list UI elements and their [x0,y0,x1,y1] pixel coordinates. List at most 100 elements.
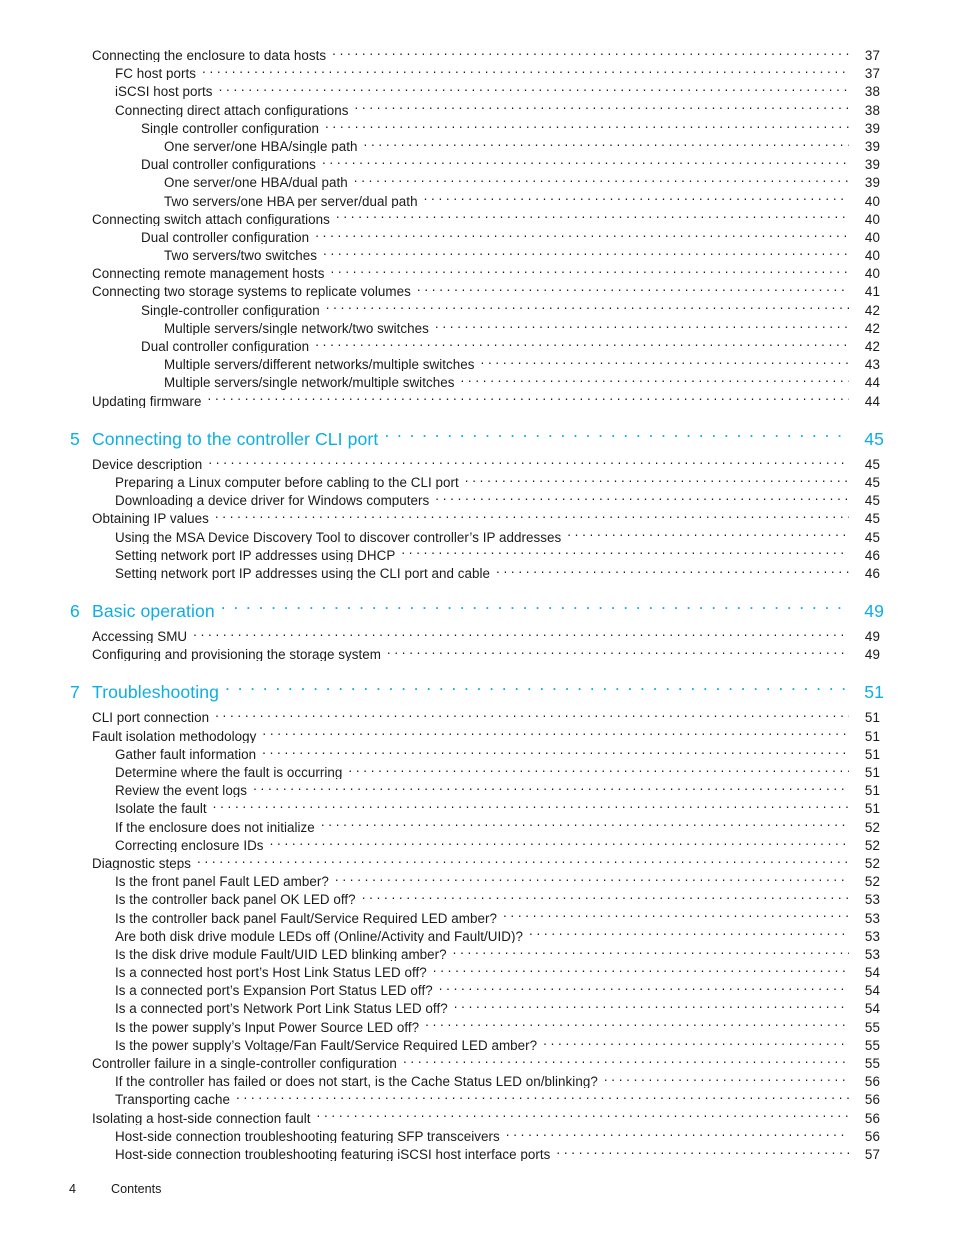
toc-entry-title: Setting network port IP addresses using … [115,565,491,581]
dot-leader [496,562,849,578]
toc-entry-row[interactable]: If the controller has failed or does not… [0,1070,880,1088]
toc-entry-row[interactable]: Downloading a device driver for Windows … [0,489,880,507]
dot-leader [335,870,849,886]
toc-entry-row[interactable]: Dual controller configuration 40 [0,226,880,244]
dot-leader [330,262,849,278]
toc-entry-row[interactable]: Is the front panel Fault LED amber? 52 [0,870,880,888]
toc-entry-row[interactable]: Obtaining IP values 45 [0,507,880,525]
toc-entry-title: Preparing a Linux computer before cablin… [115,474,459,490]
toc-entry-row[interactable]: Is the power supply’s Voltage/Fan Fault/… [0,1034,880,1052]
toc-entry-row[interactable]: Multiple servers/single network/multiple… [0,371,880,389]
toc-page-number: 38 [864,102,880,117]
dot-leader [270,834,849,850]
toc-chapter-row[interactable]: 6 Basic operation 49 [0,598,884,625]
dot-leader [315,226,849,242]
toc-page-number: 56 [864,1074,880,1089]
toc-entry-row[interactable]: Is a connected port’s Expansion Port Sta… [0,979,880,997]
toc-entry-row[interactable]: Preparing a Linux computer before cablin… [0,471,880,489]
toc-entry-row[interactable]: Diagnostic steps 52 [0,852,880,870]
toc-entry-row[interactable]: Single-controller configuration 42 [0,299,880,317]
toc-entry-title: Configuring and provisioning the storage… [92,647,381,662]
toc-entry-title: Basic operation [92,601,215,622]
toc-entry-row[interactable]: Configuring and provisioning the storage… [0,643,880,661]
toc-entry-row[interactable]: Connecting the enclosure to data hosts 37 [0,44,880,62]
dot-leader [215,706,849,722]
toc-entry-row[interactable]: Connecting remote management hosts 40 [0,262,880,280]
toc-entry-row[interactable]: Is the controller back panel Fault/Servi… [0,907,880,925]
toc-entry-row[interactable]: CLI port connection 51 [0,706,880,724]
dot-leader [506,1125,849,1141]
toc-entry-row[interactable]: Controller failure in a single-controlle… [0,1052,880,1070]
toc-entry-row[interactable]: Are both disk drive module LEDs off (Onl… [0,925,880,943]
toc-entry-row[interactable]: Single controller configuration 39 [0,117,880,135]
toc-entry-title: Is the controller back panel OK LED off? [115,892,356,907]
toc-entry-row[interactable]: Is the power supply’s Input Power Source… [0,1016,880,1034]
toc-entry-row[interactable]: Gather fault information 51 [0,743,880,761]
toc-entry-row[interactable]: Dual controller configurations 39 [0,153,880,171]
toc-page-number: 56 [864,1128,880,1143]
toc-entry-row[interactable]: If the enclosure does not initialize 52 [0,816,880,834]
toc-entry-row[interactable]: Multiple servers/different networks/mult… [0,353,880,371]
toc-entry-row[interactable]: Dual controller configuration 42 [0,335,880,353]
toc-entry-title: Single-controller configuration [141,302,320,317]
dot-leader [387,643,849,659]
toc-entry-title: Is the controller back panel Fault/Servi… [115,910,497,925]
dot-leader [354,99,849,115]
toc-entry-row[interactable]: Fault isolation methodology 51 [0,725,880,743]
toc-entry-row[interactable]: Setting network port IP addresses using … [0,544,880,562]
dot-leader [465,471,849,487]
toc-entry-row[interactable]: Host-side connection troubleshooting fea… [0,1143,880,1161]
toc-chapter-number: 6 [70,601,80,622]
toc-entry-row[interactable]: One server/one HBA/dual path 39 [0,171,880,189]
toc-entry-row[interactable]: Device description 45 [0,453,880,471]
toc-entry-row[interactable]: Transporting cache 56 [0,1088,880,1106]
toc-entry-row[interactable]: Review the event logs 51 [0,779,880,797]
toc-entry-title: iSCSI host ports [115,84,213,99]
toc-entry-row[interactable]: Two servers/two switches 40 [0,244,880,262]
toc-entry-title: Connecting the enclosure to data hosts [92,48,327,63]
dot-leader [336,208,849,224]
toc-entry-row[interactable]: Setting network port IP addresses using … [0,562,880,580]
dot-leader [460,371,849,387]
toc-entry-title: Connecting to the controller CLI port [92,428,379,449]
toc-entry-row[interactable]: Accessing SMU 49 [0,625,880,643]
toc-entry-row[interactable]: Updating firmware 44 [0,390,880,408]
toc-entry-row[interactable]: One server/one HBA/single path 39 [0,135,880,153]
toc-entry-row[interactable]: Connecting direct attach configurations 3… [0,99,880,117]
toc-entry-row[interactable]: Is a connected port’s Network Port Link … [0,997,880,1015]
toc-entry-row[interactable]: Isolating a host-side connection fault 56 [0,1107,880,1125]
toc-page-number: 40 [864,248,880,263]
toc-entry-row[interactable]: Connecting two storage systems to replic… [0,280,880,298]
dot-leader [315,335,849,351]
toc-entry-row[interactable]: Two servers/one HBA per server/dual path… [0,190,880,208]
toc-entry-row[interactable]: Is the controller back panel OK LED off?… [0,888,880,906]
toc-entry-row[interactable]: Determine where the fault is occurring 51 [0,761,880,779]
toc-page-number: 51 [864,746,880,761]
toc-entry-row[interactable]: Host-side connection troubleshooting fea… [0,1125,880,1143]
toc-entry-row[interactable]: Using the MSA Device Discovery Tool to d… [0,526,880,544]
toc-entry-row[interactable]: FC host ports 37 [0,62,880,80]
toc-chapter-row[interactable]: 5 Connecting to the controller CLI port 45 [0,426,884,453]
toc-entry-row[interactable]: Connecting switch attach configurations 4… [0,208,880,226]
dot-leader [543,1034,849,1050]
toc-entry-row[interactable]: iSCSI host ports 38 [0,80,880,98]
toc-page-number: 46 [864,565,880,581]
toc-page-number: 49 [864,601,884,622]
toc-entry-row[interactable]: Multiple servers/single network/two swit… [0,317,880,335]
dot-leader [213,797,849,813]
toc-entry-row[interactable]: Is the disk drive module Fault/UID LED b… [0,943,880,961]
toc-entry-row[interactable]: Correcting enclosure IDs 52 [0,834,880,852]
toc-page-number: 55 [864,1019,880,1034]
toc-page-number: 45 [864,456,880,471]
toc-page-number: 40 [864,229,880,245]
dot-leader [403,1052,849,1068]
toc-entry-row[interactable]: Is a connected host port’s Host Link Sta… [0,961,880,979]
dot-leader [453,943,849,959]
toc-entry-title: Dual controller configuration [141,229,310,245]
toc-chapter-number: 5 [70,428,80,449]
toc-entry-row[interactable]: Isolate the fault 51 [0,797,880,815]
toc-page-number: 53 [864,946,880,962]
toc-chapter-row[interactable]: 7 Troubleshooting 51 [0,679,884,706]
dot-leader [362,888,849,904]
dot-leader [208,453,849,469]
